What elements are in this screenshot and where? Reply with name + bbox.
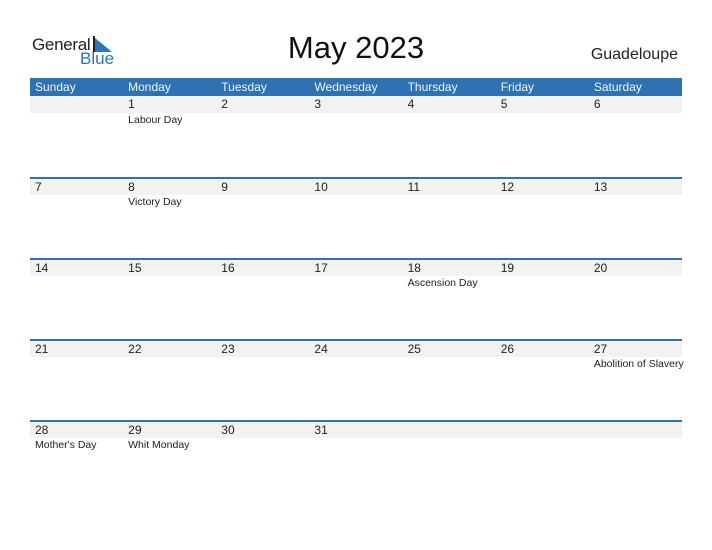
weekday-friday: Friday bbox=[500, 80, 535, 94]
weeks-container: 1 2 3 4 5 6 Labour Day 7 8 9 10 11 12 13 Victory Day 14… bbox=[30, 96, 684, 501]
day-number: 11 bbox=[407, 180, 421, 194]
holiday-row: Labour Day bbox=[30, 113, 682, 127]
day-number: 17 bbox=[314, 261, 328, 275]
holiday-label bbox=[589, 195, 682, 209]
week-row: 28 29 30 31 Mother's Day Whit Monday bbox=[30, 420, 682, 501]
day-number: 5 bbox=[500, 97, 508, 111]
week-row: 14 15 16 17 18 19 20 Ascension Day bbox=[30, 258, 682, 339]
day-number: 25 bbox=[407, 342, 421, 356]
day-number: 3 bbox=[314, 97, 322, 111]
day-number: 13 bbox=[593, 180, 608, 194]
holiday-label bbox=[309, 357, 402, 371]
holiday-label bbox=[403, 113, 496, 127]
weekday-sunday: Sunday bbox=[35, 80, 76, 94]
day-number: 28 bbox=[35, 423, 49, 437]
holiday-row: Abolition of Slavery bbox=[30, 357, 684, 371]
holiday-label bbox=[30, 276, 123, 290]
holiday-label bbox=[216, 438, 309, 452]
weekday-saturday: Saturday bbox=[593, 80, 642, 94]
holiday-label bbox=[309, 438, 402, 452]
day-number: 2 bbox=[221, 97, 228, 111]
day-number: 9 bbox=[221, 180, 228, 194]
holiday-label bbox=[216, 357, 309, 371]
day-number: 26 bbox=[500, 342, 515, 356]
day-number: 6 bbox=[593, 97, 601, 111]
holiday-label bbox=[309, 113, 402, 127]
holiday-label bbox=[589, 113, 682, 127]
holiday-label bbox=[30, 357, 123, 371]
day-number: 27 bbox=[593, 342, 608, 356]
day-number bbox=[496, 422, 589, 438]
calendar-grid: Sunday Monday Tuesday Wednesday Thursday… bbox=[30, 78, 684, 501]
day-number: 19 bbox=[500, 261, 515, 275]
holiday-label bbox=[309, 195, 402, 209]
date-row: 21 22 23 24 25 26 27 bbox=[30, 341, 682, 357]
day-number: 1 bbox=[128, 97, 135, 111]
day-number: 22 bbox=[128, 342, 142, 356]
weekday-header: Sunday Monday Tuesday Wednesday Thursday… bbox=[30, 78, 682, 96]
day-number bbox=[403, 422, 496, 438]
weekday-wednesday: Wednesday bbox=[314, 80, 378, 94]
day-number: 4 bbox=[407, 97, 415, 111]
week-row: 1 2 3 4 5 6 Labour Day bbox=[30, 96, 682, 177]
day-number: 15 bbox=[128, 261, 142, 275]
day-number: 30 bbox=[221, 423, 235, 437]
day-number: 18 bbox=[407, 261, 421, 275]
holiday-label bbox=[589, 438, 682, 452]
holiday-label bbox=[30, 113, 123, 127]
holiday-label bbox=[403, 195, 496, 209]
holiday-label bbox=[123, 276, 216, 290]
day-number: 16 bbox=[221, 261, 235, 275]
day-number bbox=[589, 422, 682, 438]
holiday-row: Ascension Day bbox=[30, 276, 682, 290]
holiday-label bbox=[216, 276, 309, 290]
holiday-label bbox=[496, 357, 589, 371]
date-row: 1 2 3 4 5 6 bbox=[30, 96, 682, 113]
holiday-label bbox=[589, 276, 682, 290]
day-number: 31 bbox=[314, 423, 328, 437]
week-row: 21 22 23 24 25 26 27 Abolition of Slavery bbox=[30, 339, 684, 420]
day-number: 10 bbox=[314, 180, 328, 194]
day-number: 14 bbox=[35, 261, 49, 275]
holiday-row: Victory Day bbox=[30, 195, 682, 209]
weekday-monday: Monday bbox=[128, 80, 171, 94]
week-row: 7 8 9 10 11 12 13 Victory Day bbox=[30, 177, 682, 258]
holiday-label bbox=[496, 195, 589, 209]
day-number: 12 bbox=[500, 180, 515, 194]
day-number: 29 bbox=[128, 423, 142, 437]
day-number bbox=[30, 96, 123, 113]
holiday-label: Victory Day bbox=[128, 196, 182, 208]
date-row: 28 29 30 31 bbox=[30, 422, 682, 438]
day-number: 21 bbox=[35, 342, 49, 356]
holiday-label bbox=[496, 276, 589, 290]
holiday-label bbox=[496, 438, 589, 452]
region-label: Guadeloupe bbox=[590, 46, 678, 63]
holiday-label: Mother's Day bbox=[35, 439, 97, 451]
day-number: 8 bbox=[128, 180, 135, 194]
holiday-label: Whit Monday bbox=[128, 439, 190, 451]
weekday-tuesday: Tuesday bbox=[221, 80, 267, 94]
day-number: 24 bbox=[314, 342, 328, 356]
weekday-thursday: Thursday bbox=[407, 80, 458, 94]
holiday-label: Abolition of Slavery bbox=[593, 358, 684, 370]
holiday-label bbox=[216, 195, 309, 209]
date-row: 7 8 9 10 11 12 13 bbox=[30, 179, 682, 195]
holiday-label bbox=[123, 357, 216, 371]
holiday-label bbox=[309, 276, 402, 290]
holiday-label bbox=[496, 113, 589, 127]
date-row: 14 15 16 17 18 19 20 bbox=[30, 260, 682, 276]
holiday-label bbox=[403, 357, 496, 371]
holiday-label bbox=[403, 438, 496, 452]
holiday-label: Labour Day bbox=[128, 114, 183, 126]
day-number: 23 bbox=[221, 342, 235, 356]
holiday-label bbox=[30, 195, 123, 209]
day-number: 7 bbox=[35, 180, 42, 194]
holiday-row: Mother's Day Whit Monday bbox=[30, 438, 682, 452]
holiday-label bbox=[216, 113, 309, 127]
holiday-label: Ascension Day bbox=[407, 277, 478, 289]
day-number: 20 bbox=[593, 261, 608, 275]
